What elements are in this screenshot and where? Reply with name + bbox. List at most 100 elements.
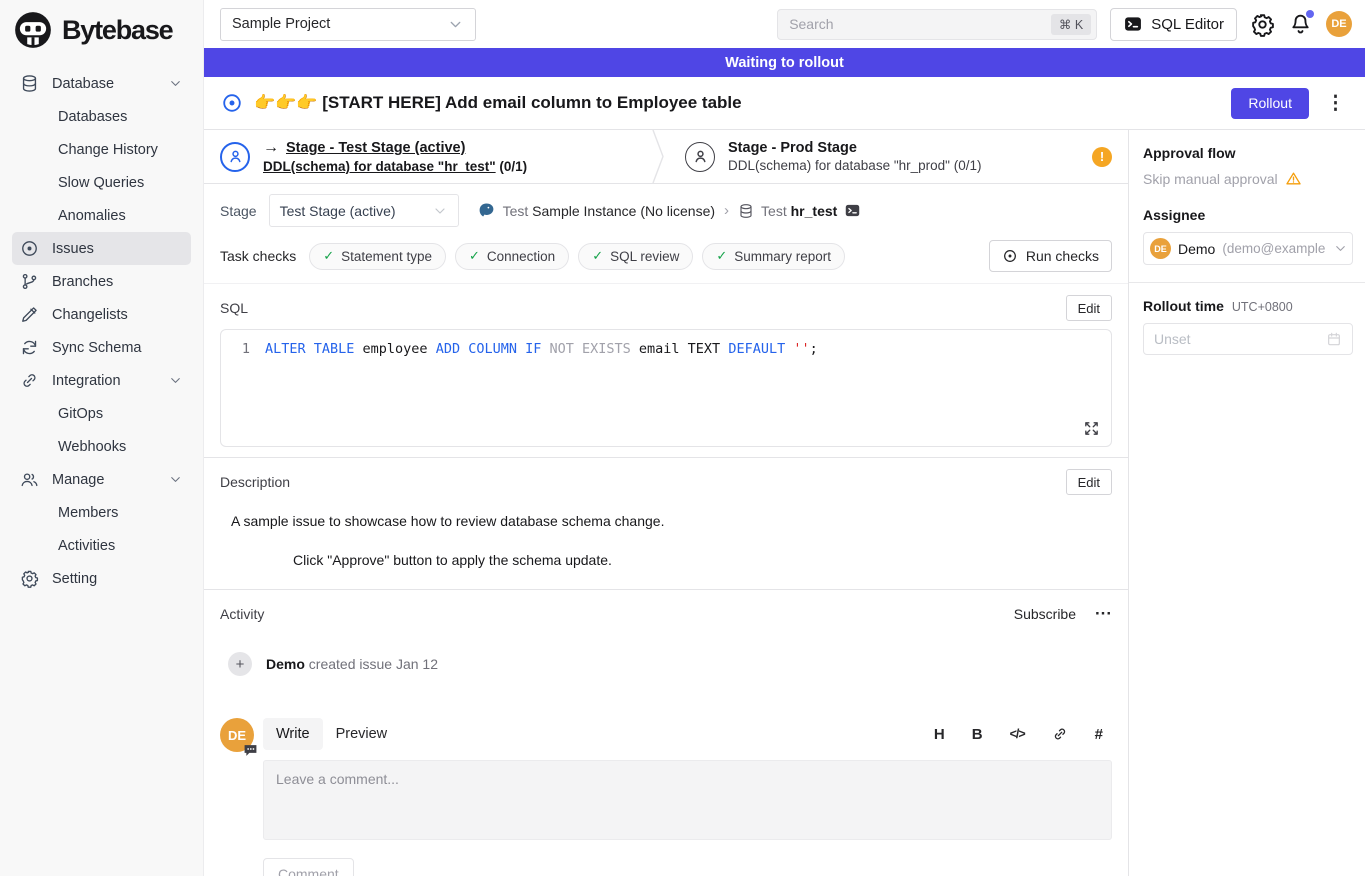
link-icon — [20, 371, 39, 390]
code-icon[interactable]: </> — [1010, 727, 1025, 741]
issues-icon — [20, 239, 39, 258]
rollout-time-title: Rollout time — [1143, 298, 1224, 314]
activity-menu-icon[interactable]: ··· — [1095, 609, 1112, 619]
chevron-down-icon — [168, 472, 183, 487]
bold-icon[interactable]: B — [972, 726, 983, 743]
sidebar-item-changelists[interactable]: Changelists — [12, 298, 191, 331]
issue-main-column: →Stage - Test Stage (active) DDL(schema)… — [204, 130, 1128, 876]
sidebar-item-change-history[interactable]: Change History — [12, 133, 191, 166]
bytebase-logo-icon — [12, 9, 54, 51]
main-area: Sample Project ⌘ K SQL Editor — [204, 0, 1365, 876]
sql-code-line: ALTER TABLE employee ADD COLUMN IF NOT E… — [265, 341, 818, 446]
issue-title: 👉👉👉 [START HERE] Add email column to Emp… — [254, 93, 1220, 113]
assignee-person-icon — [220, 142, 250, 172]
stage-subtitle: DDL(schema) for database "hr_prod" — [728, 158, 950, 173]
calendar-icon — [1326, 331, 1342, 347]
run-checks-button[interactable]: Run checks — [989, 240, 1112, 272]
task-check-label: SQL review — [610, 249, 679, 264]
sql-edit-button[interactable]: Edit — [1066, 295, 1112, 321]
sql-code-block[interactable]: 1 ALTER TABLE employee ADD COLUMN IF NOT… — [220, 329, 1112, 447]
description-edit-button[interactable]: Edit — [1066, 469, 1112, 495]
sidebar-item-sync-schema[interactable]: Sync Schema — [12, 331, 191, 364]
search-input[interactable] — [789, 16, 1051, 32]
chevron-down-icon — [447, 16, 464, 33]
check-icon: ✓ — [323, 248, 334, 264]
subscribe-button[interactable]: Subscribe — [1014, 606, 1076, 622]
sidebar-item-anomalies[interactable]: Anomalies — [12, 199, 191, 232]
sidebar-item-label: Changelists — [52, 307, 128, 323]
sidebar-item-slow-queries[interactable]: Slow Queries — [12, 166, 191, 199]
search-box[interactable]: ⌘ K — [777, 9, 1097, 40]
database-icon — [20, 74, 39, 93]
rollout-button[interactable]: Rollout — [1231, 88, 1309, 119]
issue-side-panel: Approval flow Skip manual approval Assig… — [1128, 130, 1365, 876]
task-check-pill-statement-type[interactable]: ✓Statement type — [309, 243, 446, 270]
warning-triangle-icon — [1285, 170, 1302, 187]
description-paragraph: A sample issue to showcase how to review… — [231, 513, 1112, 529]
changelist-icon — [20, 305, 39, 324]
task-check-pill-summary-report[interactable]: ✓Summary report — [702, 243, 845, 270]
sidebar-item-activities[interactable]: Activities — [12, 529, 191, 562]
stage-warning-icon: ! — [1092, 147, 1112, 167]
stage-card-test[interactable]: →Stage - Test Stage (active) DDL(schema)… — [204, 130, 652, 183]
task-check-label: Summary report — [734, 249, 831, 264]
task-checks-row: Task checks ✓Statement type✓Connection✓S… — [204, 236, 1128, 284]
sidebar-item-database[interactable]: Database — [12, 67, 191, 100]
task-check-label: Connection — [487, 249, 555, 264]
stage-select[interactable]: Test Stage (active) — [269, 194, 459, 227]
panel-divider — [1129, 282, 1365, 283]
tab-preview[interactable]: Preview — [323, 718, 401, 750]
postgresql-icon — [477, 201, 496, 220]
sidebar-item-databases[interactable]: Databases — [12, 100, 191, 133]
activity-action: created issue Jan 12 — [309, 656, 438, 672]
approval-flow-value: Skip manual approval — [1143, 171, 1278, 187]
notifications-bell-icon[interactable] — [1288, 12, 1313, 37]
hash-icon[interactable]: # — [1095, 726, 1103, 743]
sql-editor-label: SQL Editor — [1151, 16, 1224, 33]
sidebar-item-label: Slow Queries — [58, 175, 144, 191]
instance-link[interactable]: Test Sample Instance (No license) — [503, 203, 715, 219]
sql-editor-button[interactable]: SQL Editor — [1110, 8, 1237, 41]
sql-label: SQL — [220, 300, 248, 316]
assignee-select[interactable]: DE Demo (demo@example — [1143, 232, 1353, 265]
sidebar-item-label: Sync Schema — [52, 340, 141, 356]
user-avatar[interactable]: DE — [1326, 11, 1352, 37]
task-check-pill-sql-review[interactable]: ✓SQL review — [578, 243, 693, 270]
sidebar-item-issues[interactable]: Issues — [12, 232, 191, 265]
tab-write[interactable]: Write — [263, 718, 323, 750]
sidebar-item-webhooks[interactable]: Webhooks — [12, 430, 191, 463]
comment-input[interactable] — [264, 761, 1111, 839]
stage-select-row: Stage Test Stage (active) Test Sample In… — [204, 184, 1128, 236]
sidebar-item-branches[interactable]: Branches — [12, 265, 191, 298]
sidebar-item-gitops[interactable]: GitOps — [12, 397, 191, 430]
heading-icon[interactable]: H — [934, 726, 945, 743]
comment-avatar: DE — [220, 718, 254, 754]
expand-icon[interactable] — [1083, 420, 1100, 437]
sidebar-item-setting[interactable]: Setting — [12, 562, 191, 595]
link-icon[interactable] — [1052, 726, 1068, 742]
chevron-down-icon — [432, 203, 448, 219]
stage-card-prod[interactable]: Stage - Prod Stage DDL(schema) for datab… — [669, 130, 1128, 183]
activity-section: Activity Subscribe ··· + Demo created is… — [204, 589, 1128, 876]
comment-button[interactable]: Comment — [263, 858, 354, 876]
sidebar-item-integration[interactable]: Integration — [12, 364, 191, 397]
issue-menu-icon[interactable]: ⋮ — [1320, 92, 1351, 115]
database-link[interactable]: Test hr_test — [761, 203, 837, 219]
settings-gear-icon[interactable] — [1250, 12, 1275, 37]
logo[interactable]: Bytebase — [0, 0, 203, 57]
stage-count: (0/1) — [954, 158, 982, 173]
sidebar-item-members[interactable]: Members — [12, 496, 191, 529]
activity-entry: + Demo created issue Jan 12 — [228, 652, 1112, 676]
rollout-time-input[interactable]: Unset — [1143, 323, 1353, 355]
sidebar-item-manage[interactable]: Manage — [12, 463, 191, 496]
stage-title: Stage - Test Stage (active) — [286, 140, 465, 156]
rollout-timezone: UTC+0800 — [1232, 300, 1293, 314]
open-sql-editor-icon[interactable] — [844, 202, 861, 219]
sidebar-item-label: Setting — [52, 571, 97, 587]
assignee-email: (demo@example — [1222, 241, 1326, 256]
project-select[interactable]: Sample Project — [220, 8, 476, 41]
task-check-pill-connection[interactable]: ✓Connection — [455, 243, 569, 270]
chevron-right-icon: › — [722, 202, 731, 219]
gear-icon — [20, 569, 39, 588]
branch-icon — [20, 272, 39, 291]
